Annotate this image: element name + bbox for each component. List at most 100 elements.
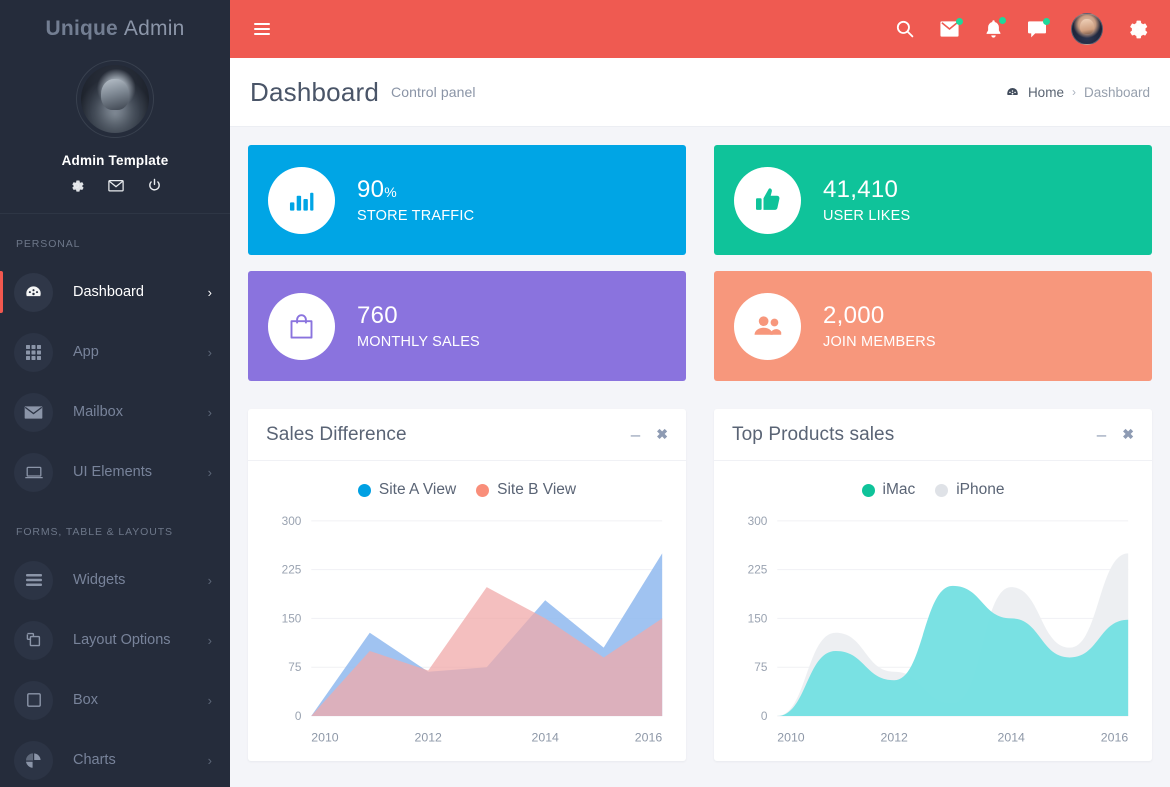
legend-swatch	[862, 484, 875, 497]
top-navbar	[230, 0, 1170, 58]
bell-icon[interactable]	[984, 19, 1003, 40]
legend-item-imac[interactable]: iMac	[862, 481, 916, 499]
gear-icon[interactable]	[1127, 19, 1148, 40]
sidebar: UniqueAdmin Admin Template PERSONAL	[0, 0, 230, 787]
minimize-icon[interactable]: –	[1097, 426, 1106, 443]
sidebar-item-ui-elements[interactable]: UI Elements ›	[0, 442, 230, 502]
pie-chart-icon	[14, 741, 53, 780]
brand-name-strong: Unique	[46, 17, 118, 41]
breadcrumb-home[interactable]: Home	[1028, 85, 1064, 100]
panel-sales-difference: Sales Difference – ✖ Site A View	[248, 409, 686, 761]
chart-top-products: 0751502253002010201220142016	[726, 509, 1140, 755]
sidebar-item-layout-options[interactable]: Layout Options ›	[0, 610, 230, 670]
content-area: 90% STORE TRAFFIC 760 MONTHLY SALES	[230, 127, 1170, 787]
stat-text: 90% STORE TRAFFIC	[357, 176, 474, 224]
legend-item-site-a[interactable]: Site A View	[358, 481, 456, 499]
sidebar-item-app[interactable]: App ›	[0, 322, 230, 382]
svg-text:225: 225	[748, 563, 768, 577]
chart-sales-difference: 0751502253002010201220142016	[260, 509, 674, 755]
sidebar-item-label: Dashboard	[73, 284, 208, 300]
sidebar-item-label: Mailbox	[73, 404, 208, 420]
chevron-right-icon: ›	[208, 753, 212, 768]
legend-label: Site A View	[379, 481, 456, 499]
sidebar-item-label: App	[73, 344, 208, 360]
sidebar-item-label: Layout Options	[73, 632, 208, 648]
mail-icon[interactable]	[939, 20, 960, 38]
sidebar-profile: Admin Template	[0, 58, 230, 213]
panel-body: Site A View Site B View 0751502253002010…	[248, 461, 686, 761]
close-icon[interactable]: ✖	[656, 426, 668, 443]
svg-text:2012: 2012	[415, 731, 443, 745]
sidebar-section-personal: PERSONAL	[0, 214, 230, 262]
legend-swatch	[358, 484, 371, 497]
legend-label: iPhone	[956, 481, 1004, 499]
stat-caption: USER LIKES	[823, 208, 910, 224]
svg-text:225: 225	[282, 563, 302, 577]
panel-top-products: Top Products sales – ✖ iMac	[714, 409, 1152, 761]
svg-text:2012: 2012	[881, 731, 909, 745]
main-area: Dashboard Control panel Home › Dashboard	[230, 0, 1170, 787]
sidebar-item-mailbox[interactable]: Mailbox ›	[0, 382, 230, 442]
area-chart-svg: 0751502253002010201220142016	[726, 509, 1140, 755]
sidebar-item-label: UI Elements	[73, 464, 208, 480]
page-subtitle: Control panel	[391, 84, 476, 100]
brand-logo[interactable]: UniqueAdmin	[0, 0, 230, 58]
users-icon	[734, 293, 801, 360]
stat-caption: MONTHLY SALES	[357, 334, 480, 350]
stat-card-user-likes[interactable]: 41,410 USER LIKES	[714, 145, 1152, 255]
sidebar-item-widgets[interactable]: Widgets ›	[0, 550, 230, 610]
svg-text:300: 300	[282, 514, 302, 528]
chevron-right-icon: ›	[208, 465, 212, 480]
stat-value: 41,410	[823, 176, 910, 204]
svg-text:2010: 2010	[777, 731, 805, 745]
navbar-icons	[895, 13, 1148, 45]
page-title: Dashboard	[250, 77, 379, 108]
chart-legend: iMac iPhone	[726, 481, 1140, 499]
user-avatar[interactable]	[1071, 13, 1103, 45]
stat-value: 760	[357, 302, 480, 330]
menu-icon[interactable]	[254, 20, 270, 38]
legend-item-iphone[interactable]: iPhone	[935, 481, 1004, 499]
sidebar-item-box[interactable]: Box ›	[0, 670, 230, 730]
grid-icon	[14, 333, 53, 372]
power-icon[interactable]	[147, 178, 162, 193]
sidebar-item-charts[interactable]: Charts ›	[0, 730, 230, 787]
panel-body: iMac iPhone 0751502253002010201220142016	[714, 461, 1152, 761]
panel-title: Sales Difference	[266, 424, 407, 446]
search-icon[interactable]	[895, 19, 915, 39]
avatar[interactable]	[76, 60, 154, 138]
breadcrumb-separator: ›	[1072, 85, 1076, 99]
svg-text:0: 0	[295, 709, 302, 723]
profile-name: Admin Template	[0, 153, 230, 168]
panel-tools: – ✖	[1097, 426, 1134, 443]
sidebar-item-dashboard[interactable]: Dashboard ›	[0, 262, 230, 322]
breadcrumb: Home › Dashboard	[1005, 85, 1150, 100]
chart-column-left: Sales Difference – ✖ Site A View	[248, 409, 686, 761]
stat-card-monthly-sales[interactable]: 760 MONTHLY SALES	[248, 271, 686, 381]
stat-card-store-traffic[interactable]: 90% STORE TRAFFIC	[248, 145, 686, 255]
svg-text:150: 150	[282, 611, 302, 625]
chevron-right-icon: ›	[208, 693, 212, 708]
legend-swatch	[935, 484, 948, 497]
legend-label: iMac	[883, 481, 916, 499]
stat-caption: STORE TRAFFIC	[357, 208, 474, 224]
shopping-bag-icon	[268, 293, 335, 360]
stat-value: 90%	[357, 176, 474, 204]
avatar-image	[81, 65, 149, 133]
svg-text:300: 300	[748, 514, 768, 528]
notification-badge	[1043, 18, 1050, 25]
minimize-icon[interactable]: –	[631, 426, 640, 443]
settings-icon[interactable]	[69, 178, 84, 193]
panel-header: Top Products sales – ✖	[714, 409, 1152, 461]
legend-swatch	[476, 484, 489, 497]
stat-text: 760 MONTHLY SALES	[357, 302, 480, 350]
mail-icon[interactable]	[108, 178, 123, 193]
chat-icon[interactable]	[1027, 20, 1047, 39]
chevron-right-icon: ›	[208, 633, 212, 648]
stat-text: 2,000 JOIN MEMBERS	[823, 302, 936, 350]
stat-card-join-members[interactable]: 2,000 JOIN MEMBERS	[714, 271, 1152, 381]
close-icon[interactable]: ✖	[1122, 426, 1134, 443]
page-header: Dashboard Control panel Home › Dashboard	[230, 58, 1170, 127]
legend-item-site-b[interactable]: Site B View	[476, 481, 576, 499]
panel-header: Sales Difference – ✖	[248, 409, 686, 461]
